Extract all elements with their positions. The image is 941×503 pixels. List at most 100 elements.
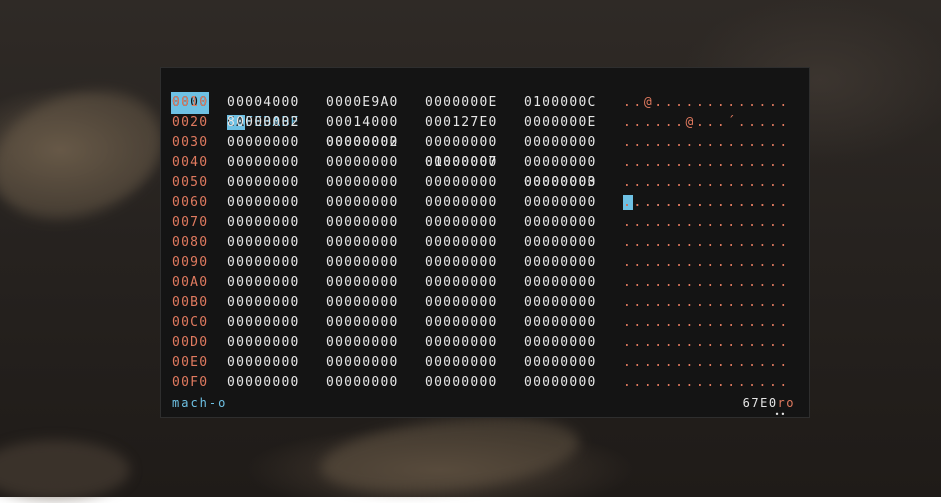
row-address[interactable]: 00B0 xyxy=(172,293,208,313)
hex-row[interactable]: 0080 00000000 00000000 00000000 00000000....… xyxy=(172,233,787,253)
hex-word[interactable]: 00000000 xyxy=(227,293,300,313)
hex-word[interactable]: 0000000E xyxy=(524,113,597,133)
hex-word[interactable]: 00000000 xyxy=(227,133,300,153)
hex-word[interactable]: 00000000 xyxy=(524,293,597,313)
hex-row[interactable]: 0000 CAFEBABE 00000002 01000007 00000003… xyxy=(170,73,787,210)
row-address[interactable]: 00E0 xyxy=(172,353,208,373)
hex-word[interactable]: 00000000 xyxy=(227,373,300,393)
hex-row[interactable]: 0020 80000002 00014000 000127E0 0000000E....… xyxy=(172,113,787,133)
hex-word[interactable]: 00000000 xyxy=(425,273,498,293)
hex-word[interactable]: 00000000 xyxy=(227,233,300,253)
hex-word[interactable]: 00000000 xyxy=(326,213,399,233)
ascii-column[interactable]: ................ xyxy=(623,353,790,373)
hex-word[interactable]: 00000000 xyxy=(227,193,300,213)
hex-word[interactable]: 00000000 xyxy=(326,173,399,193)
hex-row[interactable]: 0050 00000000 00000000 00000000 00000000....… xyxy=(172,173,787,193)
hex-row[interactable]: 0040 00000000 00000000 00000000 00000000....… xyxy=(172,153,787,173)
hex-word[interactable]: 00004000 xyxy=(227,93,300,113)
hex-word[interactable]: 00000000 xyxy=(524,373,597,393)
hex-row[interactable]: 0070 00000000 00000000 00000000 00000000....… xyxy=(172,213,787,233)
hex-word[interactable]: 00000000 xyxy=(425,233,498,253)
hex-word[interactable]: 0000E9A0 xyxy=(326,93,399,113)
hex-word[interactable]: 00000000 xyxy=(524,233,597,253)
hex-word[interactable]: 00000000 xyxy=(524,273,597,293)
hex-word[interactable]: 00000000 xyxy=(227,313,300,333)
ascii-column[interactable]: ................ xyxy=(623,373,790,393)
ascii-column[interactable]: ................ xyxy=(623,153,790,173)
hex-word[interactable]: 00000000 xyxy=(227,333,300,353)
hex-word[interactable]: 00000000 xyxy=(524,213,597,233)
row-address[interactable]: 0040 xyxy=(172,153,208,173)
hex-row[interactable]: 00E0 00000000 00000000 00000000 00000000....… xyxy=(172,353,787,373)
hex-word[interactable]: 00000000 xyxy=(425,253,498,273)
hex-word[interactable]: 00014000 xyxy=(326,113,399,133)
hex-word[interactable]: 00000000 xyxy=(326,333,399,353)
row-address[interactable]: 0060 xyxy=(172,193,208,213)
hex-word[interactable]: 000127E0 xyxy=(425,113,498,133)
hex-row[interactable]: 00A0 00000000 00000000 00000000 00000000....… xyxy=(172,273,787,293)
hex-word[interactable]: 00000000 xyxy=(425,133,498,153)
hex-word[interactable]: 00000000 xyxy=(524,133,597,153)
hex-word[interactable]: 00000000 xyxy=(326,193,399,213)
hex-word[interactable]: 00000000 xyxy=(524,333,597,353)
hex-row[interactable]: 00B0 00000000 00000000 00000000 00000000....… xyxy=(172,293,787,313)
row-address[interactable]: 0080 xyxy=(172,233,208,253)
hex-word[interactable]: 00000000 xyxy=(326,153,399,173)
hex-word[interactable]: 00000000 xyxy=(227,253,300,273)
ascii-column[interactable]: ................ xyxy=(623,173,790,193)
row-address[interactable]: 00A0 xyxy=(172,273,208,293)
hex-word[interactable]: 00000000 xyxy=(425,313,498,333)
hex-word[interactable]: 00000000 xyxy=(326,133,399,153)
hex-word[interactable]: 00000000 xyxy=(425,353,498,373)
hex-word[interactable]: 00000000 xyxy=(425,293,498,313)
hex-word[interactable]: 00000000 xyxy=(227,353,300,373)
hex-word[interactable]: 00000000 xyxy=(524,353,597,373)
hex-row[interactable]: 0060 00000000 00000000 00000000 00000000....… xyxy=(172,193,787,213)
hex-word[interactable]: 00000000 xyxy=(326,273,399,293)
ascii-column[interactable]: ................ xyxy=(623,313,790,333)
hex-word[interactable]: 00000000 xyxy=(425,373,498,393)
ascii-column[interactable]: ................ xyxy=(623,333,790,353)
hex-word[interactable]: 00000000 xyxy=(227,213,300,233)
hex-word[interactable]: 00000000 xyxy=(425,153,498,173)
row-address[interactable]: 0020 xyxy=(172,113,208,133)
hex-word[interactable]: 0000000E xyxy=(425,93,498,113)
hex-word[interactable]: 00000000 xyxy=(425,193,498,213)
row-address[interactable]: 0050 xyxy=(172,173,208,193)
hex-word[interactable]: 00000000 xyxy=(326,253,399,273)
ascii-column[interactable]: ................ xyxy=(623,233,790,253)
hex-word[interactable]: 00000000 xyxy=(227,153,300,173)
hex-word[interactable]: 00000000 xyxy=(524,173,597,193)
hex-word[interactable]: 00000000 xyxy=(326,373,399,393)
hex-row[interactable]: 0090 00000000 00000000 00000000 00000000....… xyxy=(172,253,787,273)
hex-word[interactable]: 00000000 xyxy=(425,173,498,193)
hex-row[interactable]: 00F0 00000000 00000000 00000000 00000000....… xyxy=(172,373,787,393)
hex-word[interactable]: 00000000 xyxy=(227,273,300,293)
hex-word[interactable]: 80000002 xyxy=(227,113,300,133)
ascii-column[interactable]: ................ xyxy=(623,193,790,213)
row-address[interactable]: 00C0 xyxy=(172,313,208,333)
ascii-column[interactable]: ................ xyxy=(623,133,790,153)
row-address[interactable]: 0090 xyxy=(172,253,208,273)
row-address[interactable]: 00F0 xyxy=(172,373,208,393)
hex-word[interactable]: 00000000 xyxy=(524,193,597,213)
hex-word[interactable]: 00000000 xyxy=(326,313,399,333)
row-address[interactable]: 0010 xyxy=(172,93,208,113)
ascii-column[interactable]: ..@............. xyxy=(623,93,790,113)
hex-row[interactable]: 0010 00004000 0000E9A0 0000000E 0100000C ..@.… xyxy=(172,93,787,113)
ascii-column[interactable]: ................ xyxy=(623,293,790,313)
hex-word[interactable]: 00000000 xyxy=(425,333,498,353)
hex-word[interactable]: 00000000 xyxy=(425,213,498,233)
ascii-column[interactable]: ................ xyxy=(623,273,790,293)
hex-row[interactable]: 0030 00000000 00000000 00000000 00000000....… xyxy=(172,133,787,153)
hex-dump[interactable]: 0000 CAFEBABE 00000002 01000007 00000003… xyxy=(170,73,787,393)
ascii-column[interactable]: ................ xyxy=(623,253,790,273)
hex-row[interactable]: 00D0 00000000 00000000 00000000 00000000....… xyxy=(172,333,787,353)
row-address[interactable]: 0030 xyxy=(172,133,208,153)
ascii-column[interactable]: ................ xyxy=(623,213,790,233)
row-address[interactable]: 0070 xyxy=(172,213,208,233)
hex-word[interactable]: 00000000 xyxy=(326,233,399,253)
hex-word[interactable]: 00000000 xyxy=(227,173,300,193)
hex-row[interactable]: 00C0 00000000 00000000 00000000 00000000....… xyxy=(172,313,787,333)
hex-word[interactable]: 0100000C xyxy=(524,93,597,113)
